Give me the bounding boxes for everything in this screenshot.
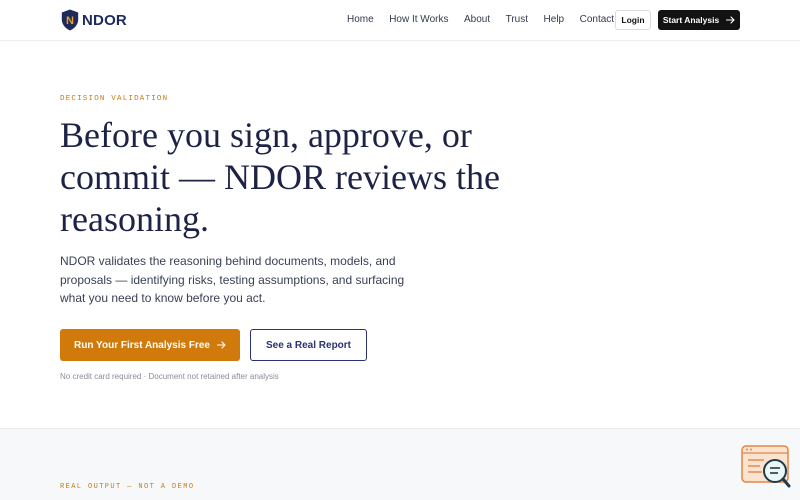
headline-line-1: Before you sign, approve, or [60,115,472,155]
login-button-label: Login [621,15,645,25]
chat-search-icon[interactable] [740,444,792,490]
hero-eyebrow: DECISION VALIDATION [60,95,169,103]
see-real-report-label: See a Real Report [265,339,352,351]
headline-line-3: reasoning. [60,199,209,239]
site-header: N NDOR Home How It Works About Trust Hel… [0,0,800,41]
nav-home[interactable]: Home [347,14,374,25]
shield-letter: N [66,15,74,27]
brand-logo[interactable]: N NDOR [61,9,127,31]
hero-headline: Before you sign, approve, or commit — ND… [60,114,520,240]
real-output-eyebrow: REAL OUTPUT — NOT A DEMO [60,483,195,491]
login-button[interactable]: Login [615,10,651,30]
shield-logo-icon: N [61,9,79,31]
nav-contact[interactable]: Contact [580,14,614,25]
nav-trust[interactable]: Trust [506,14,528,25]
start-analysis-button[interactable]: Start Analysis [658,10,740,30]
run-first-analysis-label: Run Your First Analysis Free [74,339,210,351]
run-first-analysis-button[interactable]: Run Your First Analysis Free [60,329,240,361]
arrow-right-icon [216,341,226,349]
nav-how-it-works[interactable]: How It Works [389,14,448,25]
see-real-report-button[interactable]: See a Real Report [250,329,367,361]
nav-help[interactable]: Help [544,14,565,25]
start-analysis-label: Start Analysis [662,15,720,25]
hero-subtext: NDOR validates the reasoning behind docu… [60,254,405,305]
arrow-right-icon [726,16,735,24]
brand-name: NDOR [82,11,127,29]
main-nav: Home How It Works About Trust Help Conta… [347,14,630,25]
headline-line-2: commit — NDOR reviews the [60,157,500,197]
nav-about[interactable]: About [464,14,490,25]
hero-fineprint: No credit card required · Document not r… [60,372,279,381]
